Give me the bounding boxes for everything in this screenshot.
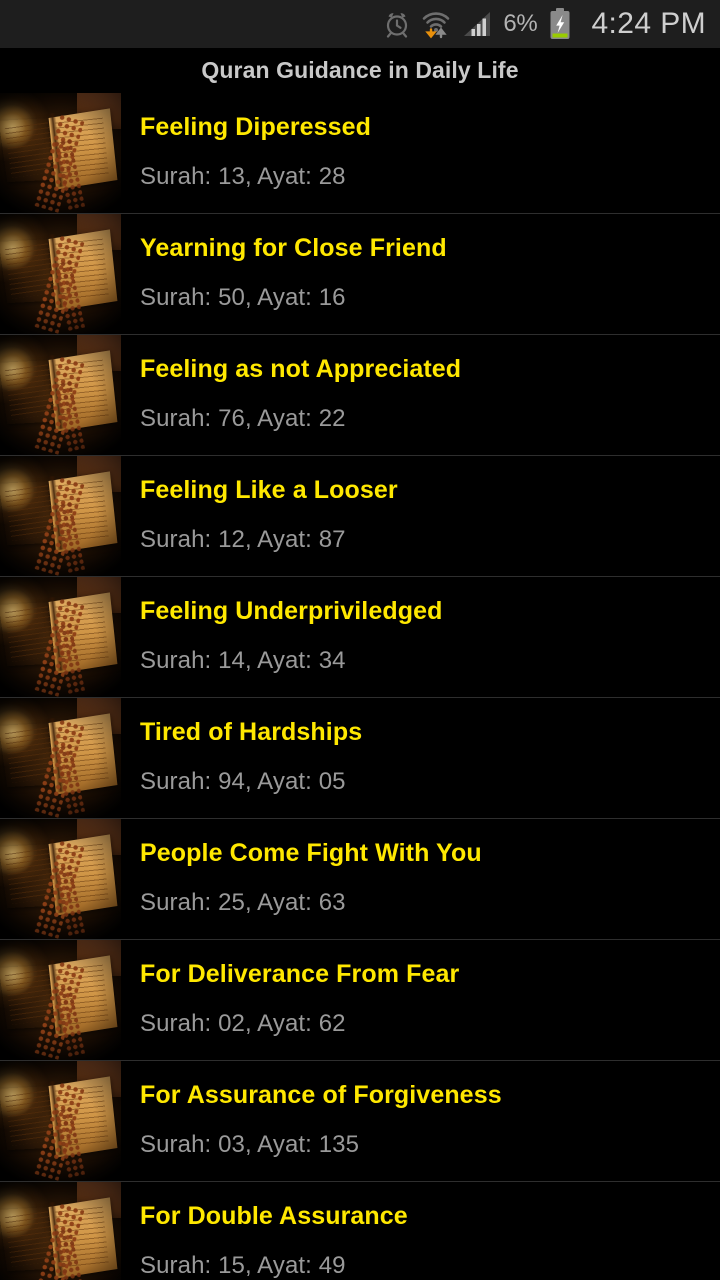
quran-thumbnail-image xyxy=(0,698,121,818)
quran-thumbnail-image xyxy=(0,1182,121,1280)
status-bar[interactable]: 6% 4:24 PM xyxy=(0,0,720,48)
list-item-reference: Surah: 25, Ayat: 63 xyxy=(140,889,346,916)
battery-charging-icon xyxy=(548,8,572,40)
list-item-title: Tired of Hardships xyxy=(140,718,363,746)
wifi-icon xyxy=(421,9,451,39)
list-item-text: Yearning for Close Friend Surah: 50, Ayat… xyxy=(121,214,720,334)
quran-thumbnail-image xyxy=(0,1061,121,1181)
quran-thumbnail-image xyxy=(0,456,121,576)
list-item[interactable]: For Deliverance From Fear Surah: 02, Ayat… xyxy=(0,940,720,1061)
quran-thumbnail-image xyxy=(0,577,121,697)
list-item-title: People Come Fight With You xyxy=(140,839,482,867)
list-item-reference: Surah: 03, Ayat: 135 xyxy=(140,1131,360,1158)
list-item-title: For Deliverance From Fear xyxy=(140,960,460,988)
list-item-text: Feeling Diperessed Surah: 13, Ayat: 28 xyxy=(121,93,720,213)
list-item-title: For Assurance of Forgiveness xyxy=(140,1081,502,1109)
list-item-text: For Double Assurance Surah: 15, Ayat: 49 xyxy=(121,1182,720,1280)
list-item-title: Feeling Underpriviledged xyxy=(140,597,443,625)
quran-thumbnail-image xyxy=(0,214,121,334)
download-arrow-icon xyxy=(425,28,438,39)
cellular-signal-icon xyxy=(462,10,492,38)
list-item[interactable]: For Assurance of Forgiveness Surah: 03, A… xyxy=(0,1061,720,1182)
list-item-title: For Double Assurance xyxy=(140,1202,408,1230)
quran-thumbnail-image xyxy=(0,940,121,1060)
list-item[interactable]: Tired of Hardships Surah: 94, Ayat: 05 xyxy=(0,698,720,819)
list-item-title: Feeling as not Appreciated xyxy=(140,355,462,383)
status-bar-icons: 6% 4:24 PM xyxy=(384,7,706,41)
quran-thumbnail-image xyxy=(0,819,121,939)
status-bar-clock: 4:24 PM xyxy=(591,7,706,40)
list-item-text: Feeling Like a Looser Surah: 12, Ayat: 87 xyxy=(121,456,720,576)
battery-percent-label: 6% xyxy=(503,10,538,37)
list-item[interactable]: Yearning for Close Friend Surah: 50, Ayat… xyxy=(0,214,720,335)
list-item-reference: Surah: 50, Ayat: 16 xyxy=(140,284,346,311)
list-item[interactable]: Feeling Underpriviledged Surah: 14, Ayat:… xyxy=(0,577,720,698)
list-item-text: People Come Fight With You Surah: 25, Aya… xyxy=(121,819,720,939)
alarm-clock-icon xyxy=(384,10,410,38)
upload-arrow-icon xyxy=(435,27,448,39)
action-bar: Quran Guidance in Daily Life xyxy=(0,48,720,93)
list-item-reference: Surah: 94, Ayat: 05 xyxy=(140,768,346,795)
page-title: Quran Guidance in Daily Life xyxy=(201,57,519,83)
list-item-title: Yearning for Close Friend xyxy=(140,234,447,262)
list-item-text: For Assurance of Forgiveness Surah: 03, A… xyxy=(121,1061,720,1181)
list-item-text: Feeling as not Appreciated Surah: 76, Aya… xyxy=(121,335,720,455)
list-item-reference: Surah: 12, Ayat: 87 xyxy=(140,526,346,553)
list-item-reference: Surah: 13, Ayat: 28 xyxy=(140,163,346,190)
list-item-text: Tired of Hardships Surah: 94, Ayat: 05 xyxy=(121,698,720,818)
list-item-reference: Surah: 76, Ayat: 22 xyxy=(140,405,346,432)
list-item-reference: Surah: 14, Ayat: 34 xyxy=(140,647,346,674)
list-item-text: Feeling Underpriviledged Surah: 14, Ayat:… xyxy=(121,577,720,697)
list-item-text: For Deliverance From Fear Surah: 02, Ayat… xyxy=(121,940,720,1060)
list-item-title: Feeling Diperessed xyxy=(140,113,372,141)
list-item[interactable]: Feeling as not Appreciated Surah: 76, Aya… xyxy=(0,335,720,456)
quran-thumbnail-image xyxy=(0,335,121,455)
list-item[interactable]: People Come Fight With You Surah: 25, Aya… xyxy=(0,819,720,940)
list-item[interactable]: For Double Assurance Surah: 15, Ayat: 49 xyxy=(0,1182,720,1280)
guidance-list[interactable]: Feeling Diperessed Surah: 13, Ayat: 28 Yea… xyxy=(0,93,720,1280)
list-item[interactable]: Feeling Like a Looser Surah: 12, Ayat: 87 xyxy=(0,456,720,577)
list-item[interactable]: Feeling Diperessed Surah: 13, Ayat: 28 xyxy=(0,93,720,214)
list-item-reference: Surah: 15, Ayat: 49 xyxy=(140,1252,346,1279)
quran-thumbnail-image xyxy=(0,93,121,213)
list-item-title: Feeling Like a Looser xyxy=(140,476,398,504)
list-item-reference: Surah: 02, Ayat: 62 xyxy=(140,1010,346,1037)
